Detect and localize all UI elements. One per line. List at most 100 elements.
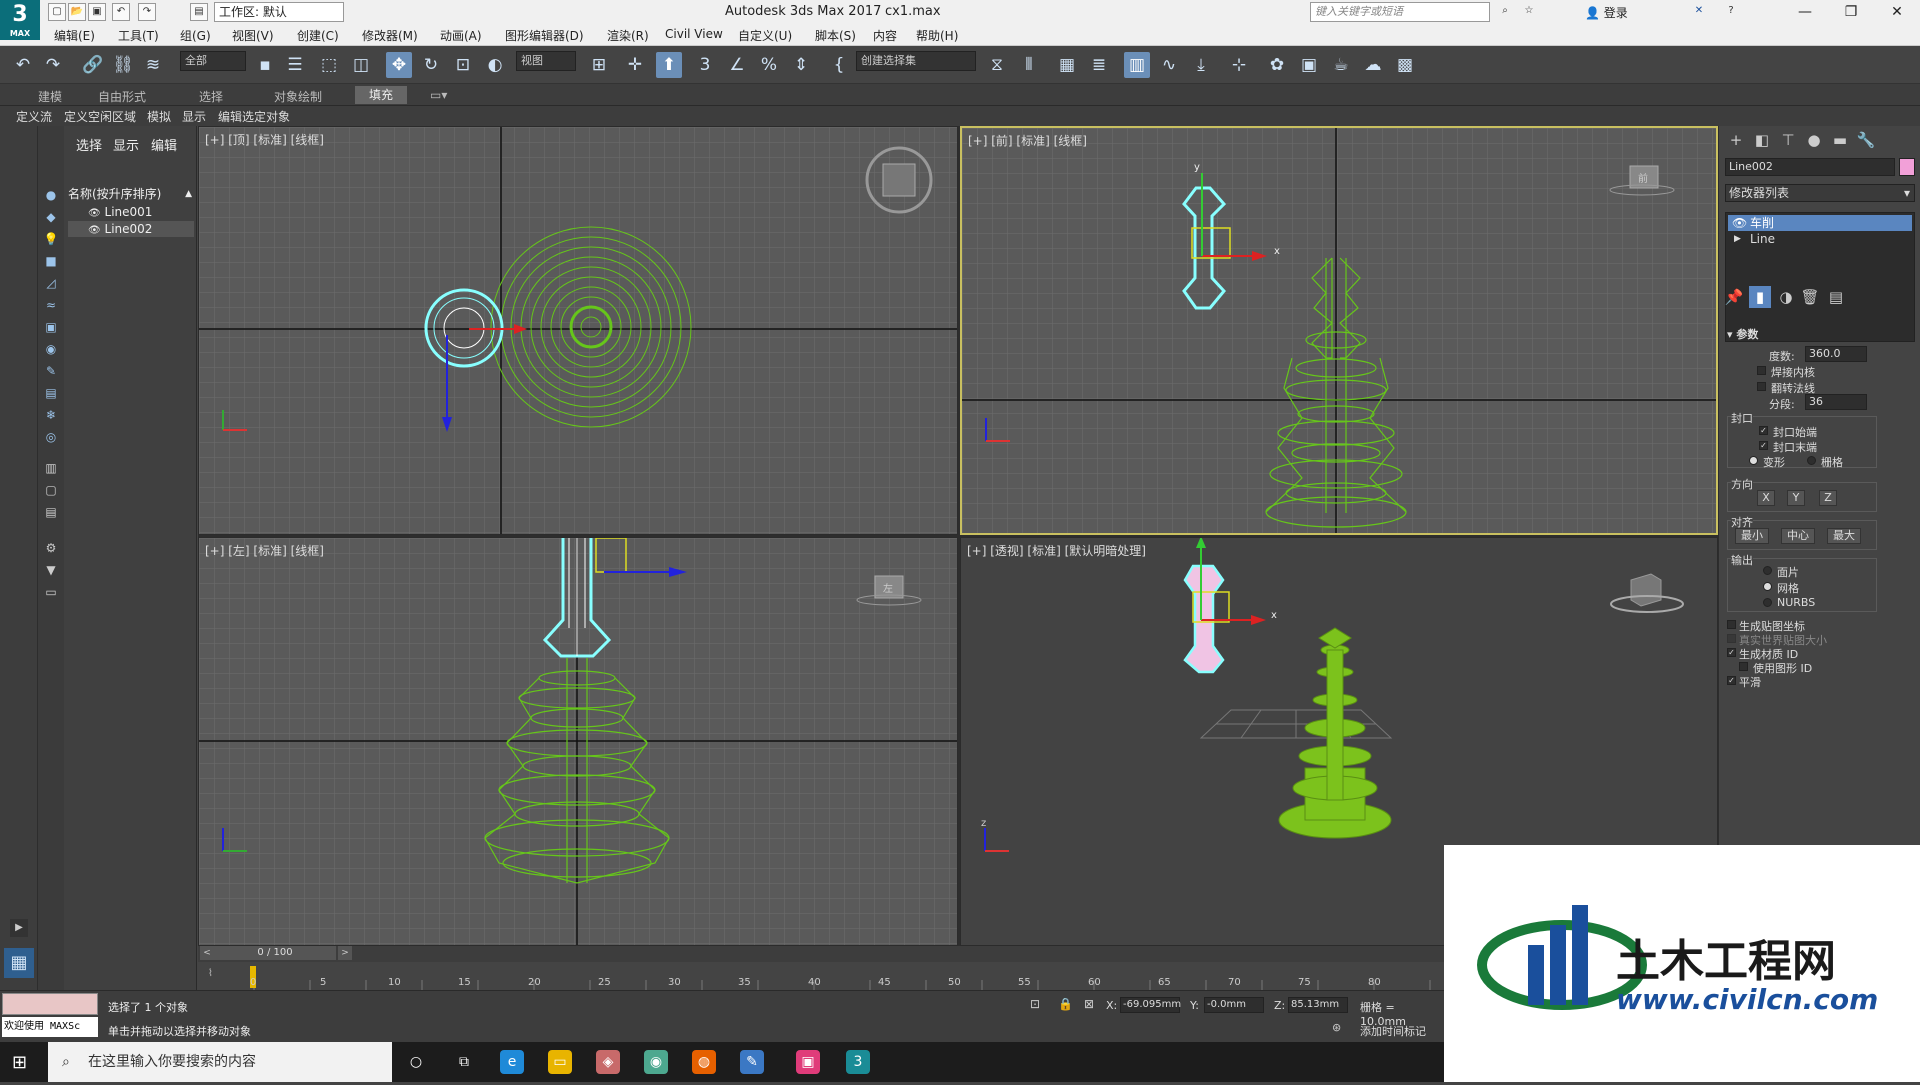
make-unique-icon[interactable]: ◑: [1775, 286, 1797, 308]
selection-filter-dropdown[interactable]: 全部: [180, 51, 246, 71]
ribbon-options-icon[interactable]: ▭▾: [430, 88, 447, 102]
geometry-filter-icon[interactable]: ◆: [43, 209, 59, 225]
material-editor-icon[interactable]: ⊹: [1226, 52, 1252, 78]
cortana-icon[interactable]: ○: [404, 1050, 428, 1074]
move-icon[interactable]: ✥: [386, 52, 412, 78]
nurbs-radio[interactable]: [1763, 598, 1772, 607]
layers-icon[interactable]: ≣: [1086, 52, 1112, 78]
helper-filter-icon[interactable]: ◿: [43, 275, 59, 291]
menu-views[interactable]: 视图(V): [232, 27, 274, 44]
select-by-name-icon[interactable]: ☰: [282, 52, 308, 78]
ribbon-toggle-icon[interactable]: ▥: [1124, 52, 1150, 78]
display-tab-icon[interactable]: ▬: [1829, 129, 1851, 151]
binoculars-icon[interactable]: ⌕: [1496, 3, 1514, 21]
viewport-layout-icon[interactable]: ▦: [4, 948, 34, 978]
align-icon[interactable]: ⫴: [1016, 52, 1042, 78]
app-icon[interactable]: ▣: [796, 1050, 820, 1074]
angle-snap-icon[interactable]: ∠: [724, 52, 750, 78]
layer-explorer-icon[interactable]: ▦: [1054, 52, 1080, 78]
link-icon[interactable]: 🔗: [80, 52, 106, 78]
workspace-dropdown[interactable]: 工作区: 默认: [214, 2, 344, 22]
project-folder-icon[interactable]: ▤: [190, 3, 208, 21]
bind-space-warp-icon[interactable]: ≋: [140, 52, 166, 78]
viewport-left[interactable]: [+] [左] [标准] [线框] 左: [198, 537, 958, 946]
a360-gallery-icon[interactable]: ▩: [1392, 52, 1418, 78]
expand-arrow-icon[interactable]: ▶: [1734, 231, 1741, 247]
prev-frame-button[interactable]: <: [200, 946, 214, 960]
window-crossing-icon[interactable]: ◫: [348, 52, 374, 78]
firefox-icon[interactable]: ◍: [692, 1050, 716, 1074]
star-icon[interactable]: ☆: [1520, 3, 1538, 21]
new-file-icon[interactable]: ▢: [48, 3, 66, 21]
place-icon[interactable]: ◐: [482, 52, 508, 78]
unlink-icon[interactable]: ⛓: [110, 52, 136, 78]
align-min-button[interactable]: 最小: [1735, 528, 1769, 544]
menu-scripting[interactable]: 脚本(S): [815, 27, 856, 44]
ribbon-tab-modeling[interactable]: 建模: [38, 88, 62, 105]
explorer-column-header[interactable]: 名称(按升序排序) ▲: [68, 186, 194, 202]
ribbon-tab-populate[interactable]: 填充: [355, 86, 408, 104]
viewport-label[interactable]: [+] [前] [标准] [线框]: [968, 132, 1087, 149]
ribbon-tab-freeform[interactable]: 自由形式: [98, 88, 146, 105]
time-slider-handle[interactable]: 0 / 100: [214, 946, 336, 960]
spacewarp-filter-icon[interactable]: ≈: [43, 297, 59, 313]
flip-normals-checkbox[interactable]: [1757, 382, 1766, 391]
redo-icon[interactable]: ↷: [40, 52, 66, 78]
keyboard-shortcut-icon[interactable]: ⬆: [656, 52, 682, 78]
menu-graph-editors[interactable]: 图形编辑器(D): [505, 27, 584, 44]
windows-start-icon[interactable]: ⊞: [12, 1052, 27, 1073]
segments-spinner[interactable]: 36: [1805, 394, 1867, 410]
menu-civil-view[interactable]: Civil View: [665, 27, 723, 41]
menu-tools[interactable]: 工具(T): [118, 27, 159, 44]
menu-help[interactable]: 帮助(H): [916, 27, 958, 44]
explorer-tab-select[interactable]: 选择: [76, 135, 102, 154]
motion-tab-icon[interactable]: ●: [1803, 129, 1825, 151]
ribbon-tab-object-paint[interactable]: 对象绘制: [274, 88, 322, 105]
close-button[interactable]: ✕: [1874, 0, 1920, 24]
menu-customize[interactable]: 自定义(U): [738, 27, 792, 44]
menu-rendering[interactable]: 渲染(R): [607, 27, 649, 44]
subtab-simulate[interactable]: 模拟: [147, 108, 171, 125]
dir-z-button[interactable]: Z: [1819, 490, 1837, 506]
modifier-list-dropdown[interactable]: 修改器列表 ▾: [1725, 184, 1915, 202]
subtab-edit-selected[interactable]: 编辑选定对象: [218, 108, 290, 125]
scale-icon[interactable]: ⊡: [450, 52, 476, 78]
menu-animation[interactable]: 动画(A): [440, 27, 482, 44]
parameters-rollout[interactable]: ▾ 参数: [1727, 326, 1758, 342]
viewport-top[interactable]: [+] [顶] [标准] [线框]: [198, 126, 958, 535]
stack-item-lathe[interactable]: 👁 车削: [1728, 215, 1912, 231]
dir-x-button[interactable]: X: [1757, 490, 1775, 506]
notepad-icon[interactable]: ✎: [740, 1050, 764, 1074]
bone-filter-icon[interactable]: ✎: [43, 363, 59, 379]
degrees-spinner[interactable]: 360.0: [1805, 346, 1867, 362]
isolate-selection-icon[interactable]: ⊡: [1030, 997, 1040, 1011]
visibility-eye-icon[interactable]: 👁: [88, 208, 101, 219]
login-link[interactable]: 👤 登录: [1585, 4, 1628, 21]
mirror-icon[interactable]: ⧖: [984, 52, 1010, 78]
restore-button[interactable]: ❐: [1828, 0, 1874, 24]
patch-radio[interactable]: [1763, 566, 1772, 575]
grid-radio[interactable]: [1807, 456, 1816, 465]
named-selection-dropdown[interactable]: 创建选择集: [856, 51, 976, 71]
document-icon[interactable]: ▤: [43, 504, 59, 520]
z-coord-field[interactable]: 85.13mm: [1288, 997, 1348, 1013]
xref-filter-icon[interactable]: ◉: [43, 341, 59, 357]
render-icon[interactable]: ☕: [1328, 52, 1354, 78]
rotate-icon[interactable]: ↻: [418, 52, 444, 78]
manipulate-icon[interactable]: ✛: [622, 52, 648, 78]
hierarchy-tab-icon[interactable]: ⊤: [1777, 129, 1799, 151]
use-shape-id-checkbox[interactable]: [1739, 662, 1748, 671]
visibility-eye-icon[interactable]: 👁: [88, 225, 101, 236]
time-tag-icon[interactable]: ⊛: [1332, 1021, 1341, 1034]
expand-icon[interactable]: ▶: [10, 919, 28, 937]
x-coord-field[interactable]: -69.095mm: [1120, 997, 1181, 1013]
light-filter-icon[interactable]: 💡: [43, 231, 59, 247]
menu-edit[interactable]: 编辑(E): [54, 27, 95, 44]
search-input[interactable]: 键入关键字或短语: [1310, 2, 1490, 22]
object-color-swatch[interactable]: [1899, 158, 1915, 176]
maxscript-mini-listener[interactable]: 欢迎使用 MAXSc: [2, 1017, 98, 1037]
explorer-item-line001[interactable]: 👁 Line001: [68, 204, 194, 220]
reference-coord-dropdown[interactable]: 视图: [516, 51, 576, 71]
save-icon[interactable]: ▣: [88, 3, 106, 21]
subtab-define-flows[interactable]: 定义流: [16, 108, 52, 125]
